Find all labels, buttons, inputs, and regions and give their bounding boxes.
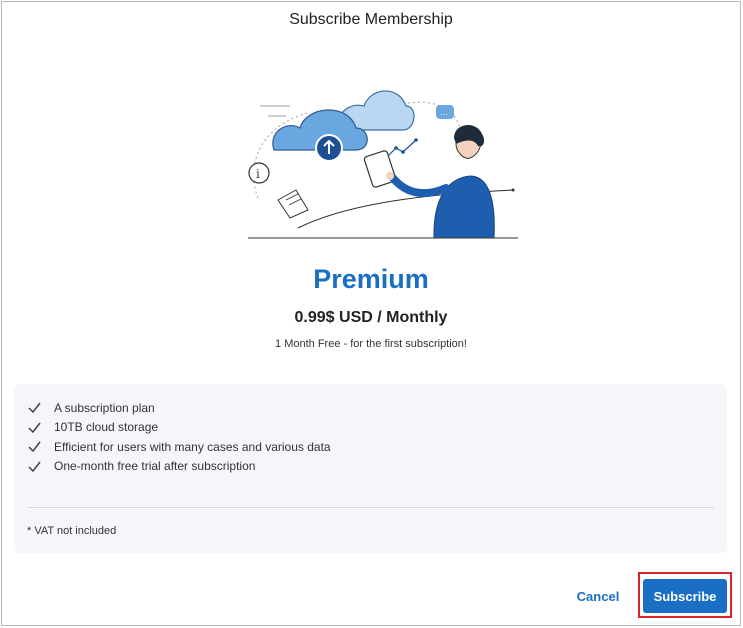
plan-promo: 1 Month Free - for the first subscriptio… (275, 338, 467, 350)
cancel-button[interactable]: Cancel (570, 584, 626, 608)
features-panel: A subscription plan 10TB cloud storage E… (14, 384, 727, 553)
cloud-upload-illustration: ... i (248, 90, 518, 239)
dialog-title: Subscribe Membership (289, 11, 453, 28)
feature-item: Efficient for users with many cases and … (28, 437, 331, 457)
feature-label: Efficient for users with many cases and … (54, 439, 331, 454)
check-icon (28, 402, 41, 414)
svg-text:i: i (256, 167, 260, 181)
check-icon (28, 441, 41, 453)
plan-price: 0.99$ USD / Monthly (294, 309, 448, 326)
plan-name: Premium (313, 264, 429, 294)
divider (27, 507, 714, 508)
vat-note: * VAT not included (27, 525, 117, 537)
feature-list: A subscription plan 10TB cloud storage E… (28, 398, 331, 476)
feature-item: A subscription plan (28, 398, 331, 418)
feature-label: One-month free trial after subscription (54, 459, 256, 474)
subscribe-dialog: Subscribe Membership ... i Premium 0.99$… (1, 1, 741, 626)
check-icon (28, 461, 41, 472)
feature-item: 10TB cloud storage (28, 418, 331, 438)
feature-label: A subscription plan (54, 400, 155, 415)
check-icon (28, 422, 41, 433)
feature-label: 10TB cloud storage (54, 420, 159, 435)
feature-item: One-month free trial after subscription (28, 457, 331, 477)
svg-text:...: ... (440, 108, 448, 117)
subscribe-button[interactable]: Subscribe (643, 579, 727, 613)
